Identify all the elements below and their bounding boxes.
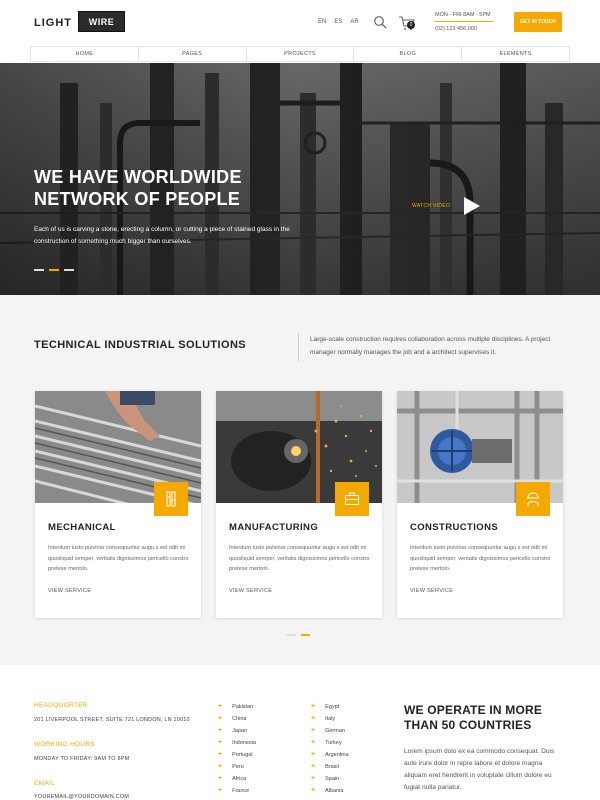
hero-title-line1: WE HAVE WORLDWIDE [34, 167, 242, 187]
opening-hours: MON - FRI 8AM - 5PM (02) 123 456.000 [435, 12, 493, 32]
card-text: Interdum iusto pulvinar consequuntur aug… [410, 545, 551, 572]
slider-dot-active[interactable] [49, 269, 59, 271]
country-item: + Portugal [218, 751, 253, 758]
constructions-badge [516, 482, 550, 516]
service-card-manufacturing[interactable]: MANUFACTURING Interdum iusto pulvinar co… [216, 391, 382, 618]
card-title: MANUFACTURING [229, 522, 319, 533]
hero-title-line2: NETWORK OF PEOPLE [34, 189, 241, 209]
section-description: Large-scale construction requires collab… [310, 336, 551, 356]
country-item: + Egypt [311, 703, 340, 710]
play-icon[interactable] [462, 196, 482, 216]
country-item: + Spain [311, 775, 340, 782]
slider-dots [34, 269, 74, 271]
country-item: + Albania [311, 787, 344, 794]
country-item: + Argentina [311, 751, 349, 758]
pager-dot-active[interactable] [301, 634, 310, 636]
operate-text: Lorem ipsum dolo ex ea commodo consequat… [404, 748, 555, 791]
view-service-link[interactable]: VIEW SERVICE [410, 588, 453, 594]
service-card-constructions[interactable]: CONSTRUCTIONS Interdum iusto pulvinar co… [397, 391, 563, 618]
country-item: + Pakistan [218, 703, 254, 710]
country-item: + Brasil [311, 763, 339, 770]
card-title: MECHANICAL [48, 522, 116, 533]
section-title: TECHNICAL INDUSTRIAL SOLUTIONS [34, 339, 247, 351]
card-text: Interdum iusto pulvinar consequuntur aug… [48, 545, 189, 572]
email-label: EMAIL [34, 780, 56, 787]
nav-projects[interactable]: PROJECTS [247, 47, 355, 61]
lang-es[interactable]: ES [334, 19, 342, 25]
watch-video-link[interactable]: WATCH VIDEO [412, 203, 450, 209]
country-item: + Turkey [311, 739, 342, 746]
nav-home[interactable]: HOME [31, 47, 139, 61]
nav-pages[interactable]: PAGES [139, 47, 247, 61]
country-item: + German [311, 727, 345, 734]
manufacturing-badge [335, 482, 369, 516]
slider-dot[interactable] [64, 269, 74, 271]
service-card-mechanical[interactable]: MECHANICAL Interdum iusto pulvinar conse… [35, 391, 201, 618]
nav-elements[interactable]: ELEMENTS [462, 47, 569, 61]
phone-text: (02) 123 456.000 [435, 26, 477, 32]
country-item: + France [218, 787, 250, 794]
country-item: + Italy [311, 715, 336, 722]
tools-icon [166, 491, 176, 507]
hero-title: WE HAVE WORLDWIDE NETWORK OF PEOPLE [34, 166, 294, 210]
working-hours-value: MONDAY TO FRIDAY: 9AM TO 8PM [34, 756, 130, 762]
view-service-link[interactable]: VIEW SERVICE [48, 588, 91, 594]
card-title: CONSTRUCTIONS [410, 522, 499, 533]
site-header: LIGHT WIRE EN ES AR 0 MON - FRI 8AM - 5P… [0, 0, 600, 44]
pager-dot[interactable] [287, 634, 296, 636]
main-nav: HOME PAGES PROJECTS BLOG ELEMENTS [30, 46, 570, 62]
language-switcher: EN ES AR [318, 19, 359, 25]
lang-en[interactable]: EN [318, 19, 326, 25]
search-icon[interactable] [373, 15, 387, 29]
nav-blog[interactable]: BLOG [354, 47, 463, 61]
working-hours-label: WORKING HOURS [34, 741, 95, 748]
briefcase-icon [345, 492, 359, 505]
slider-dot[interactable] [34, 269, 44, 271]
logo-badge[interactable]: WIRE [78, 11, 125, 32]
card-text: Interdum iusto pulvinar consequuntur aug… [229, 545, 370, 572]
get-in-touch-button[interactable]: GET IN TOUCH [514, 12, 562, 32]
country-item: + China [218, 715, 247, 722]
hours-text: MON - FRI 8AM - 5PM [435, 12, 491, 18]
country-item: + Africa [218, 775, 247, 782]
hardhat-worker-icon [527, 492, 539, 506]
view-service-link[interactable]: VIEW SERVICE [229, 588, 272, 594]
hero-slider: WE HAVE WORLDWIDE NETWORK OF PEOPLE Each… [0, 63, 600, 295]
hours-divider [435, 21, 493, 22]
logo-text[interactable]: LIGHT [34, 17, 72, 29]
cart-count-badge: 0 [407, 21, 415, 29]
hero-text: Each of us is carving a stone, erecting … [34, 226, 290, 245]
mechanical-badge [154, 482, 188, 516]
country-item: + Japan [218, 727, 248, 734]
headquarter-label: HEADQUORTER [34, 702, 88, 709]
section-divider [298, 333, 299, 361]
country-item: + Indonesia [218, 739, 256, 746]
email-value[interactable]: YOUREMAIL@YOURDOMAIN.COM [34, 794, 129, 800]
operate-title: WE OPERATE IN MORE THAN 50 COUNTRIES [404, 703, 543, 732]
country-item: + Peru [218, 763, 244, 770]
headquarter-address: 201 LIVERPOOL STREET, SUITE 721 LONDON, … [34, 717, 190, 723]
cards-pager [287, 634, 310, 636]
lang-ar[interactable]: AR [350, 19, 358, 25]
